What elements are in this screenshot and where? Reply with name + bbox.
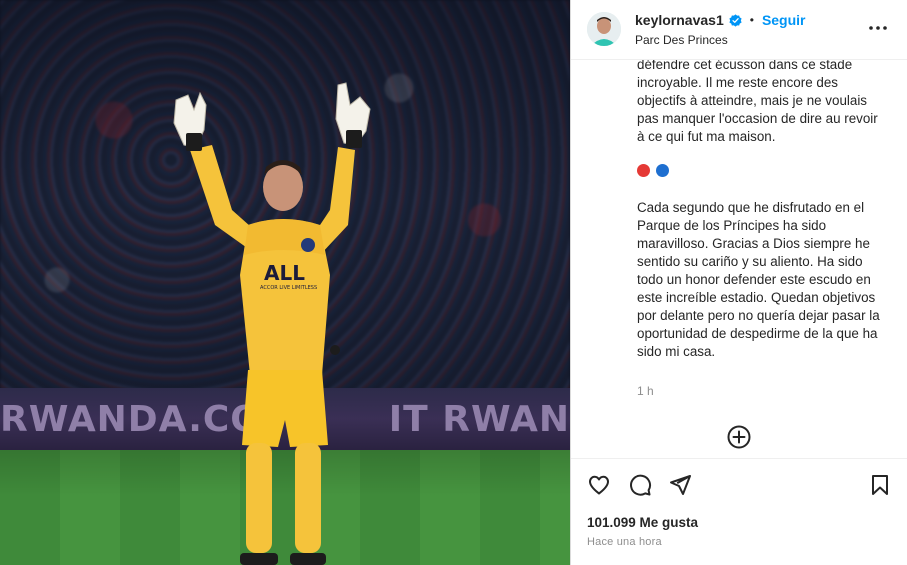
avatar-image (587, 12, 621, 46)
post-actions: 101.099 Me gusta Hace una hora (571, 458, 907, 565)
more-options-icon[interactable] (868, 20, 888, 36)
flag-emojis (637, 164, 887, 177)
share-send-icon[interactable] (668, 473, 692, 497)
comment-icon[interactable] (628, 473, 652, 497)
location-link[interactable]: Parc Des Princes (635, 33, 728, 47)
blue-circle-icon (656, 164, 669, 177)
post-panel: encouragements. Ce fut un honneur de déf… (570, 0, 907, 565)
goalkeeper-figure: ALL ACCOR LIVE LIMITLESS (173, 82, 371, 565)
shirt-sponsor-sub: ACCOR LIVE LIMITLESS (260, 285, 317, 291)
username-row: keylornavas1 • Seguir (635, 12, 806, 28)
caption-age[interactable]: 1 h (637, 384, 654, 398)
username[interactable]: keylornavas1 (635, 12, 724, 28)
add-comment-icon[interactable] (727, 425, 751, 449)
like-heart-icon[interactable] (587, 473, 611, 497)
follow-button[interactable]: Seguir (762, 12, 806, 28)
red-circle-icon (637, 164, 650, 177)
post-photo[interactable]: RWANDA.COM IT RWANDA ALL ACCOR LIVE LIMI… (0, 0, 570, 565)
avatar[interactable] (587, 12, 621, 46)
caption: encouragements. Ce fut un honneur de déf… (637, 38, 887, 379)
verified-badge-icon (729, 13, 742, 27)
post-header: keylornavas1 • Seguir Parc Des Princes (571, 0, 907, 60)
shirt-sponsor: ALL (264, 261, 305, 285)
likes-count[interactable]: 101.099 Me gusta (587, 515, 698, 530)
post-timestamp[interactable]: Hace una hora (587, 536, 662, 548)
caption-spanish: Cada segundo que he disfrutado en el Par… (637, 200, 880, 359)
save-bookmark-icon[interactable] (868, 473, 892, 497)
separator-dot: • (749, 13, 754, 27)
banner-text: IT RWANDA (388, 398, 570, 440)
